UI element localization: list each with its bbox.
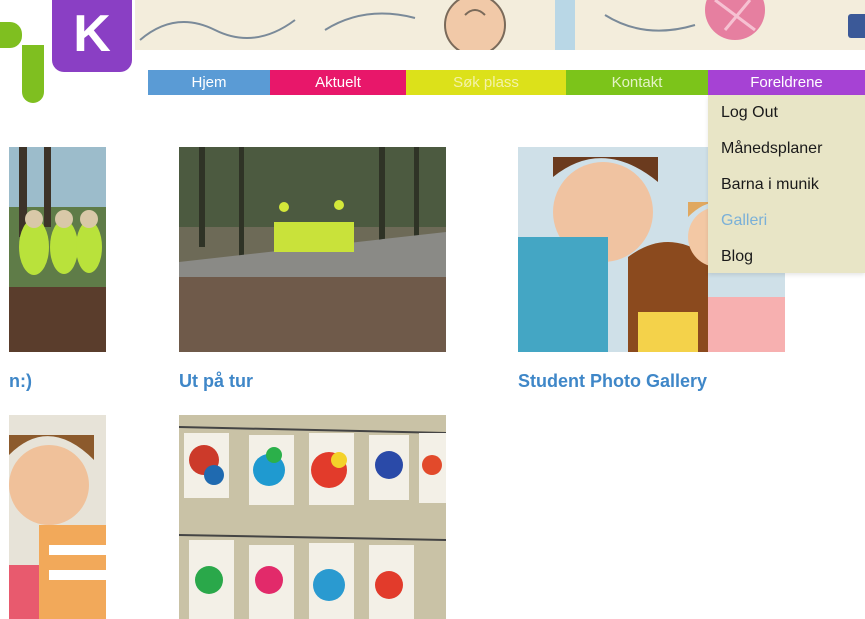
logo[interactable]: K [0,0,135,105]
nav-item-parents[interactable]: Foreldrene [708,70,865,95]
album-thumbnail[interactable] [9,415,106,619]
album-thumbnail-image [9,147,106,352]
menu-item-blog[interactable]: Blog [708,239,865,275]
logo-green-bar [22,45,44,103]
parents-dropdown-menu: Log Out Månedsplaner Barna i munik Galle… [708,95,865,273]
menu-item-gallery[interactable]: Galleri [708,203,865,239]
facebook-icon[interactable] [848,14,865,38]
nav-item-contact[interactable]: Kontakt [566,70,708,95]
main-nav: Hjem Aktuelt Søk plass Kontakt Foreldren… [148,70,865,95]
logo-green-dot [0,22,22,48]
nav-item-news[interactable]: Aktuelt [270,70,406,95]
album-thumbnail-image [179,415,446,619]
nav-item-home[interactable]: Hjem [148,70,270,95]
menu-item-children[interactable]: Barna i munik [708,167,865,203]
menu-item-monthly-plans[interactable]: Månedsplaner [708,131,865,167]
nav-item-apply[interactable]: Søk plass [406,70,566,95]
album-thumbnail[interactable] [179,415,446,619]
album-thumbnail-image [179,147,446,352]
menu-item-log-out[interactable]: Log Out [708,95,865,131]
logo-letter: K [52,0,132,72]
header-banner [135,0,865,50]
banner-illustration [139,0,765,50]
album-thumbnail[interactable] [9,147,106,352]
album-thumbnail[interactable] [179,147,446,352]
album-caption[interactable]: Ut på tur [179,371,253,392]
album-caption[interactable]: Student Photo Gallery [518,371,707,392]
album-thumbnail-image [9,415,106,619]
album-caption[interactable]: n:) [9,371,32,392]
